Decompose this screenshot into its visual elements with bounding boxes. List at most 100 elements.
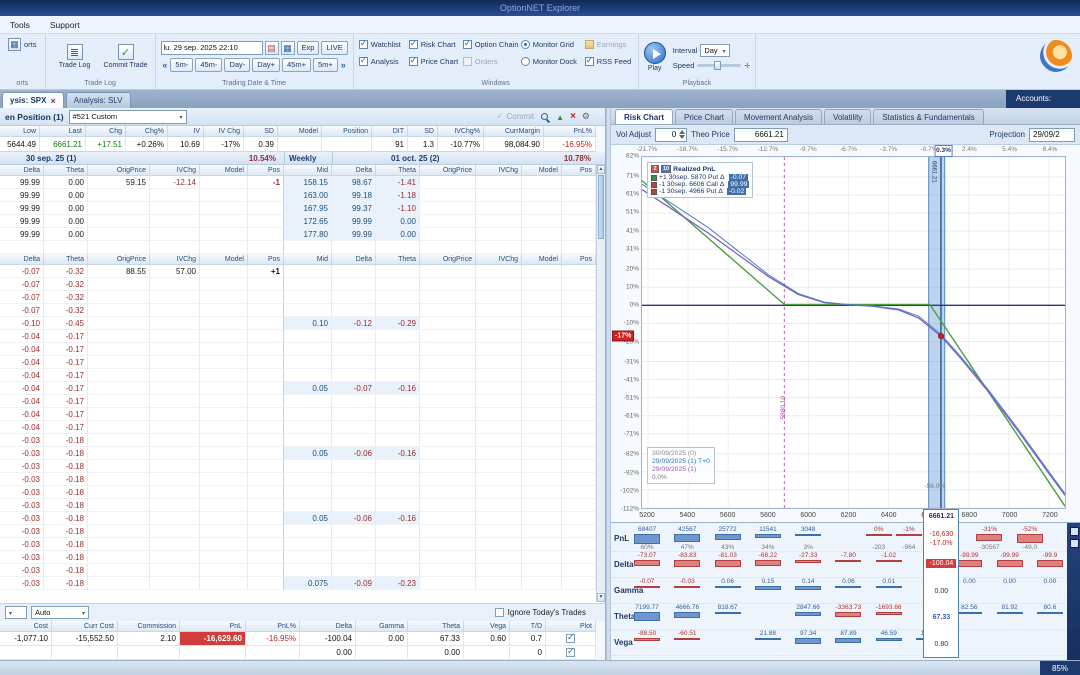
nav-5m-button[interactable]: 5m+ [312,58,338,72]
search-icon[interactable] [540,112,550,122]
tab-movement-analysis[interactable]: Movement Analysis [735,109,822,124]
chain-row[interactable]: -0.03 -0.18 0.05 -0.06 -0.16 [0,447,605,460]
chain-row[interactable]: -0.07 -0.32 [0,304,605,317]
chain-cell: -0.18 [44,551,88,564]
ignore-trades-checkbox[interactable] [494,608,504,617]
chain-row[interactable]: -0.03 -0.18 [0,551,605,564]
tab-statistics-fundamentals[interactable]: Statistics & Fundamentals [873,109,984,124]
rewind-icon[interactable]: « [161,60,168,70]
toggle-earnings[interactable]: Earnings [584,40,633,49]
chain-row[interactable]: -0.04 -0.17 [0,408,605,421]
vol-adjust-input[interactable]: 0 [655,127,688,142]
chain-scrollbar[interactable]: ▲ ▼ [596,165,605,602]
theo-price-input[interactable]: 6661.21 [733,127,788,142]
trade-log-button[interactable]: Trade Log [51,37,99,77]
nav-day-button[interactable]: Day+ [252,58,280,72]
plot-checkbox[interactable] [566,646,575,657]
toggle-orders[interactable]: Orders [462,57,521,66]
play-button[interactable] [643,41,666,64]
tab-analysis-slv[interactable]: Analysis: SLV [65,92,131,108]
tab-price-chart[interactable]: Price Chart [675,109,734,124]
nav-5m-button[interactable]: 5m- [170,58,194,72]
ribbon-group-tradelog: Trade Log Commit Trade Trade Log [46,34,156,89]
forward-icon[interactable]: » [340,60,347,70]
exp-button[interactable]: Exp [296,41,320,55]
nav-day-button[interactable]: Day- [224,58,251,72]
toggle-risk-chart[interactable]: Risk Chart [408,38,463,49]
trading-datetime-input[interactable]: lu. 29 sep. 2025 22:10 [160,41,263,55]
tab-risk-chart[interactable]: Risk Chart [615,109,674,124]
chain-row[interactable]: -0.03 -0.18 [0,538,605,551]
chain-row[interactable]: -0.03 -0.18 0.075 -0.09 -0.23 [0,577,605,590]
chain-row[interactable]: -0.04 -0.17 [0,330,605,343]
nav-45m-button[interactable]: 45m+ [282,58,311,72]
close-tab-icon[interactable] [50,96,55,106]
chain-row[interactable]: -0.03 -0.18 [0,525,605,538]
menu-tools[interactable]: Tools [10,20,30,30]
calendar-icon[interactable] [264,41,279,55]
chain-row[interactable]: 99.99 0.00 59.15 -12.14 -1 158.15 98.67 -1.41 [0,176,605,189]
chain-row[interactable]: -0.03 -0.18 [0,434,605,447]
chain-row[interactable]: -0.03 -0.18 [0,564,605,577]
reports-button[interactable]: orts [5,36,40,53]
tab-volatility[interactable]: Volatility [823,109,872,124]
speed-slider[interactable] [697,60,742,70]
mode-select[interactable] [5,606,27,619]
toggle-rss-feed[interactable]: RSS Feed [584,55,633,66]
chain-row[interactable]: -0.04 -0.17 [0,356,605,369]
projection-input[interactable]: 29/09/2 [1029,127,1075,142]
speed-slider-thumb[interactable] [714,60,722,70]
chain-row[interactable]: -0.10 -0.45 0.10 -0.12 -0.29 [0,317,605,330]
close-icon[interactable] [570,111,576,122]
chain-row[interactable]: -0.04 -0.17 [0,421,605,434]
chain-row[interactable]: -0.04 -0.17 [0,395,605,408]
strategy-select[interactable]: #521 Custom [68,109,187,124]
nav-45m-button[interactable]: 45m- [195,58,223,72]
chain-row[interactable]: -0.04 -0.17 [0,369,605,382]
scrollbar-thumb[interactable] [598,175,604,239]
chain-row[interactable]: -0.03 -0.18 0.05 -0.06 -0.16 [0,512,605,525]
chain-row[interactable]: -0.03 -0.18 [0,460,605,473]
commit-button[interactable]: Commit [496,111,535,122]
chain-row[interactable]: -0.03 -0.18 [0,473,605,486]
scroll-up-icon[interactable]: ▲ [597,165,605,174]
chain-row[interactable]: -0.04 -0.17 0.05 -0.07 -0.16 [0,382,605,395]
interval-select[interactable]: Day [700,43,730,57]
chain-row[interactable]: -0.03 -0.18 [0,486,605,499]
scroll-down-icon[interactable]: ▼ [597,593,605,602]
expiry-30sep[interactable]: 30 sep. 25 (1) 10.54% [0,152,284,164]
gear-icon[interactable] [582,111,590,122]
chain-row[interactable]: -0.03 -0.18 [0,499,605,512]
toggle-price-chart[interactable]: Price Chart [408,55,463,66]
chain-row[interactable]: -0.07 -0.32 [0,278,605,291]
chain-row[interactable] [0,241,605,254]
chain-view-icon[interactable] [280,41,295,55]
plot-checkbox[interactable] [566,632,575,643]
toggle-monitor-dock[interactable]: Monitor Dock [520,57,585,66]
chain-cell: -0.23 [376,577,420,590]
expiry-01oct[interactable]: 01 oct. 25 (2) 10.78% [332,152,605,164]
chain-row[interactable]: 99.99 0.00 163.00 99.18 -1.18 [0,189,605,202]
main-area: en Position (1) #521 Custom Commit Low [0,108,1080,660]
arrow-up-icon[interactable] [556,112,564,122]
chain-row[interactable]: -0.07 -0.32 88.55 57.00 +1 [0,265,605,278]
spinner-icons[interactable] [679,129,686,139]
toggle-monitor-grid[interactable]: Monitor Grid [520,40,585,49]
live-button[interactable]: LIVE [321,41,348,55]
chain-row[interactable]: 99.99 0.00 177.80 99.99 0.00 [0,228,605,241]
accounts-panel-header[interactable]: Accounts: [1006,90,1080,108]
chain-row[interactable]: 99.99 0.00 172.65 99.99 0.00 [0,215,605,228]
toggle-watchlist[interactable]: Watchlist [358,38,409,49]
speed-plus-icon[interactable] [744,61,750,70]
chain-row[interactable]: 99.99 0.00 167.95 99.37 -1.10 [0,202,605,215]
greeks-side-strip[interactable] [1067,523,1080,660]
risk-chart-plot[interactable]: 2 10 Realized PnL +1 30sep. 5870 Put Δ -0… [641,156,1066,509]
tab-analysis-spx[interactable]: ysis: SPX [2,92,64,108]
chain-row[interactable]: -0.04 -0.17 [0,343,605,356]
auto-select[interactable]: Auto [31,606,89,619]
menu-support[interactable]: Support [50,20,80,30]
commit-trade-button[interactable]: Commit Trade [102,37,150,77]
chain-row[interactable]: -0.07 -0.32 [0,291,605,304]
toggle-option-chain[interactable]: Option Chain [462,38,521,49]
toggle-analysis[interactable]: Analysis [358,55,409,66]
